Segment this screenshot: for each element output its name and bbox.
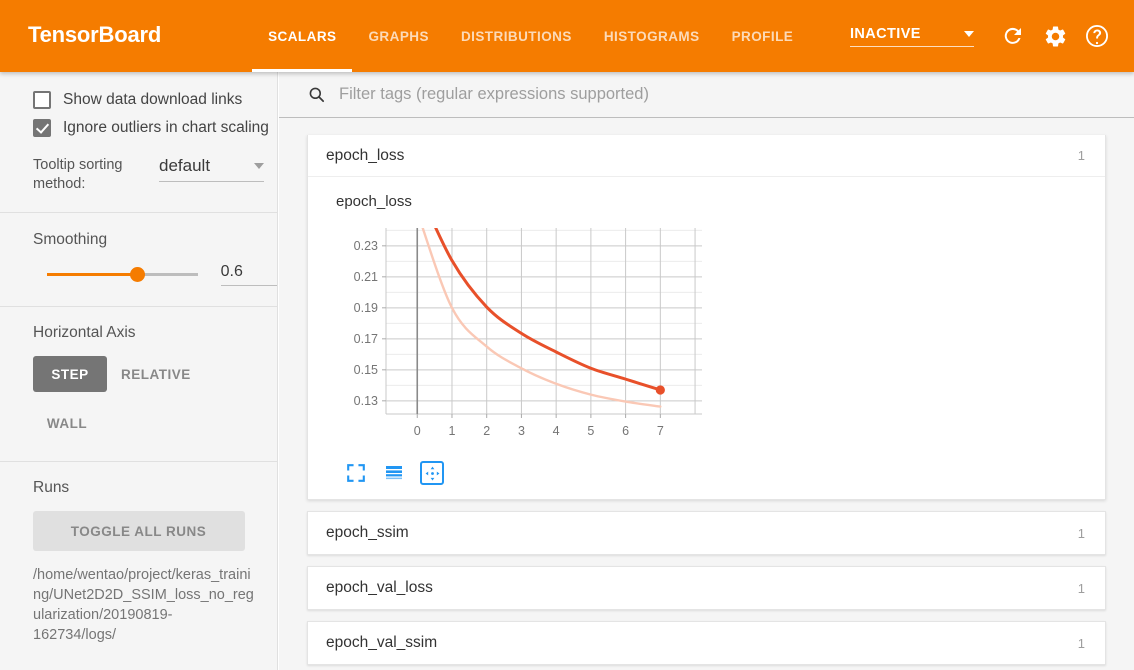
- card-epoch-val-ssim: epoch_val_ssim 1: [307, 621, 1106, 665]
- svg-text:0.13: 0.13: [354, 394, 378, 408]
- run-path-text: /home/wentao/project/keras_training/UNet…: [33, 567, 254, 643]
- card-epoch-val-loss: epoch_val_loss 1: [307, 566, 1106, 610]
- slider-thumb[interactable]: [129, 267, 145, 282]
- filter-tags-input[interactable]: [339, 85, 1106, 104]
- haxis-option-step[interactable]: STEP: [33, 356, 107, 392]
- svg-text:0.23: 0.23: [354, 239, 378, 253]
- svg-text:0: 0: [414, 424, 421, 438]
- scalar-line-chart[interactable]: 0.13 0.15 0.17 0.19 0.21 0.23 0 1 2 3 4 5 6 7: [336, 220, 716, 450]
- svg-text:0.21: 0.21: [354, 270, 378, 284]
- checkbox-label: Ignore outliers in chart scaling: [63, 119, 269, 136]
- filter-bar: [279, 72, 1134, 118]
- tab-histograms[interactable]: HISTOGRAMS: [588, 0, 716, 72]
- smoothing-section: Smoothing 0.6: [0, 213, 277, 306]
- tooltip-sorting-value: default: [159, 156, 211, 175]
- svg-text:5: 5: [587, 424, 594, 438]
- tooltip-sorting-label: Tooltip sorting method:: [33, 157, 123, 192]
- tab-label: PROFILE: [731, 28, 794, 44]
- show-download-links-checkbox[interactable]: Show data download links: [0, 86, 277, 114]
- card-title: epoch_loss: [326, 146, 405, 164]
- slider-fill: [47, 273, 138, 276]
- horizontal-axis-options: STEP RELATIVE WALL: [0, 356, 215, 441]
- card-title: epoch_ssim: [326, 524, 409, 541]
- haxis-option-label: WALL: [46, 415, 88, 431]
- app-bar: TensorBoard SCALARS GRAPHS DISTRIBUTIONS…: [0, 0, 1134, 72]
- svg-text:2: 2: [483, 424, 490, 438]
- svg-text:0.17: 0.17: [354, 332, 378, 346]
- gear-icon[interactable]: [1038, 19, 1072, 53]
- help-icon[interactable]: [1080, 19, 1114, 53]
- card-header[interactable]: epoch_loss 1: [308, 135, 1105, 177]
- tab-label: GRAPHS: [368, 28, 429, 44]
- tab-distributions[interactable]: DISTRIBUTIONS: [445, 0, 588, 72]
- card-header[interactable]: epoch_val_loss 1: [308, 567, 1105, 609]
- card-count: 1: [1077, 635, 1085, 651]
- card-epoch-loss: epoch_loss 1 epoch_loss 0.13 0.15 0.17 0.19…: [307, 135, 1106, 500]
- tab-label: HISTOGRAMS: [603, 28, 700, 44]
- sidebar-settings-section: Show data download links Ignore outliers…: [0, 72, 277, 212]
- smoothing-value-input[interactable]: 0.6: [220, 263, 277, 286]
- card-title: epoch_val_ssim: [326, 634, 438, 651]
- smoothing-label: Smoothing: [33, 231, 108, 248]
- data-series-icon[interactable]: [382, 461, 406, 485]
- haxis-option-wall[interactable]: WALL: [33, 405, 107, 441]
- svg-text:0.15: 0.15: [354, 363, 378, 377]
- card-header[interactable]: epoch_ssim 1: [308, 512, 1105, 554]
- checkbox-label: Show data download links: [63, 91, 243, 108]
- svg-text:7: 7: [657, 424, 664, 438]
- card-count: 1: [1077, 525, 1085, 541]
- app-bar-actions: INACTIVE: [850, 0, 1134, 72]
- svg-text:4: 4: [553, 424, 560, 438]
- tab-graphs[interactable]: GRAPHS: [352, 0, 444, 72]
- card-count: 1: [1077, 148, 1085, 163]
- search-icon: [307, 85, 326, 104]
- toggle-all-runs-label: TOGGLE ALL RUNS: [70, 523, 207, 539]
- tab-label: DISTRIBUTIONS: [460, 28, 572, 44]
- chart-title: epoch_loss: [336, 193, 412, 210]
- refresh-icon[interactable]: [996, 19, 1030, 53]
- haxis-option-relative[interactable]: RELATIVE: [107, 356, 205, 392]
- svg-text:3: 3: [518, 424, 525, 438]
- smoothing-row: 0.6: [0, 263, 277, 286]
- run-status-dropdown[interactable]: INACTIVE: [850, 26, 974, 47]
- pan-zoom-icon[interactable]: [420, 461, 444, 485]
- tab-scalars[interactable]: SCALARS: [252, 0, 353, 72]
- svg-text:6: 6: [622, 424, 629, 438]
- svg-text:0.19: 0.19: [354, 301, 378, 315]
- runs-label: Runs: [33, 479, 70, 496]
- sidebar: Show data download links Ignore outliers…: [0, 72, 278, 670]
- haxis-option-label: RELATIVE: [121, 366, 191, 382]
- card-epoch-ssim: epoch_ssim 1: [307, 511, 1106, 555]
- horizontal-axis-section: Horizontal Axis STEP RELATIVE WALL: [0, 307, 277, 461]
- svg-text:1: 1: [449, 424, 456, 438]
- chevron-down-icon: [964, 30, 974, 37]
- nav-tabs: SCALARS GRAPHS DISTRIBUTIONS HISTOGRAMS …: [252, 0, 809, 72]
- tag-card-list: epoch_loss 1 epoch_loss 0.13 0.15 0.17 0.19…: [279, 118, 1134, 665]
- smoothing-slider[interactable]: [47, 267, 198, 282]
- main-pane: epoch_loss 1 epoch_loss 0.13 0.15 0.17 0.19…: [279, 72, 1134, 670]
- horizontal-axis-label: Horizontal Axis: [33, 324, 136, 341]
- toggle-all-runs-button[interactable]: TOGGLE ALL RUNS: [32, 511, 245, 551]
- chart-toolbar: [336, 461, 1105, 485]
- checkbox-checked-icon: [33, 119, 51, 137]
- chevron-down-icon: [254, 163, 264, 169]
- tab-label: SCALARS: [268, 28, 337, 44]
- runs-section: Runs TOGGLE ALL RUNS /home/wentao/projec…: [0, 462, 277, 661]
- ignore-outliers-checkbox[interactable]: Ignore outliers in chart scaling: [0, 114, 277, 142]
- fit-domain-icon[interactable]: [344, 461, 368, 485]
- card-title: epoch_val_loss: [326, 579, 433, 596]
- card-count: 1: [1077, 580, 1085, 596]
- tooltip-sorting-select[interactable]: default: [159, 156, 264, 182]
- app-brand: TensorBoard: [28, 22, 162, 47]
- checkbox-unchecked-icon: [33, 91, 51, 109]
- run-status-label: INACTIVE: [850, 25, 921, 42]
- card-header[interactable]: epoch_val_ssim 1: [308, 622, 1105, 664]
- haxis-option-label: STEP: [51, 366, 89, 382]
- tab-profile[interactable]: PROFILE: [716, 0, 810, 72]
- tooltip-sorting-row: Tooltip sorting method: default: [0, 142, 277, 194]
- chart-body: epoch_loss 0.13 0.15 0.17 0.19 0.21 0.23 0 1 2 3 4…: [308, 177, 1105, 499]
